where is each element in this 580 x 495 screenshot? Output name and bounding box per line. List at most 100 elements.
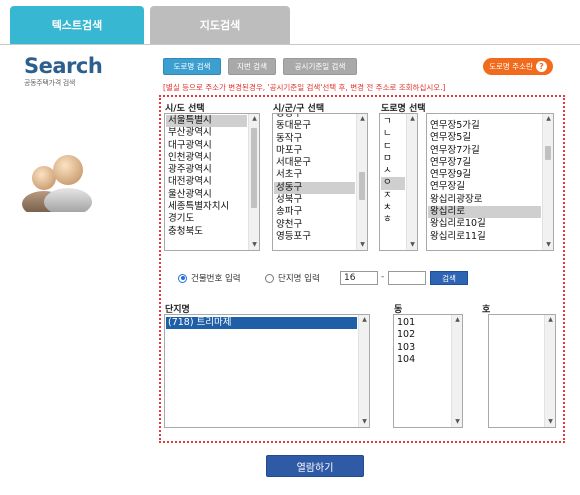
road-initial-option[interactable]: ㅇ: [381, 177, 405, 190]
scroll-up-icon[interactable]: ▲: [359, 315, 369, 325]
sido-scrollbar[interactable]: ▲ ▼: [248, 114, 259, 250]
dong-scrollbar[interactable]: ▲ ▼: [451, 315, 462, 427]
road-option[interactable]: 연무장길: [428, 181, 541, 193]
question-icon: ?: [535, 61, 547, 72]
road-option[interactable]: 연무장7길: [428, 157, 541, 169]
road-option[interactable]: 왕십리로10길: [428, 218, 541, 230]
road-initial-option[interactable]: ㅊ: [381, 202, 405, 214]
scroll-down-icon[interactable]: ▼: [359, 417, 369, 427]
scroll-up-icon[interactable]: ▲: [452, 315, 462, 325]
dong-list[interactable]: 101 102 103 104 ▲ ▼: [393, 314, 463, 428]
scroll-down-icon[interactable]: ▼: [545, 417, 555, 427]
sido-option[interactable]: 경기도: [166, 213, 247, 225]
road-scrollbar[interactable]: ▲ ▼: [542, 114, 553, 250]
sigungu-list[interactable]: 중랑구 동대문구 동작구 마포구 서대문구 서초구 성동구 성북구 송파구 양천구 영등포구 ▲ ▼: [272, 113, 368, 251]
road-option[interactable]: 연무장5길: [428, 132, 541, 144]
sido-option[interactable]: 충청북도: [166, 226, 247, 238]
road-option[interactable]: 연무장7가길: [428, 145, 541, 157]
radio-dot[interactable]: [178, 273, 187, 283]
dong-option[interactable]: 103: [395, 342, 450, 354]
road-initial-option[interactable]: ㄴ: [381, 128, 405, 140]
dong-option[interactable]: 102: [395, 329, 450, 341]
scroll-up-icon[interactable]: ▲: [357, 114, 367, 124]
building-number-radio[interactable]: 건물번호 입력: [178, 272, 241, 284]
road-initial-option[interactable]: ㄷ: [381, 141, 405, 153]
complex-name-radio[interactable]: 단지명 입력: [265, 272, 320, 284]
tab-text-search[interactable]: 텍스트검색: [10, 6, 144, 44]
scroll-thumb[interactable]: [359, 172, 365, 200]
sigungu-option[interactable]: 양천구: [274, 219, 355, 231]
road-option[interactable]: 왕십리로: [428, 206, 541, 219]
road-initial-option[interactable]: ㅁ: [381, 153, 405, 165]
scroll-up-icon[interactable]: ▲: [407, 114, 417, 124]
road-option[interactable]: 연무장9길: [428, 169, 541, 181]
scroll-thumb[interactable]: [251, 128, 257, 208]
scroll-down-icon[interactable]: ▼: [543, 240, 553, 250]
notice-text: [별실 등으로 주소가 변경된경우, '공시기준일 검색'선택 후, 변경 전 …: [163, 83, 446, 92]
sido-option[interactable]: 세종특별자치시: [166, 201, 247, 213]
sigungu-option[interactable]: 성북구: [274, 194, 355, 206]
sigungu-option[interactable]: 송파구: [274, 206, 355, 218]
road-search-button[interactable]: 도로명 검색: [163, 58, 221, 75]
sido-option[interactable]: 광주광역시: [166, 164, 247, 176]
scroll-up-icon[interactable]: ▲: [249, 114, 259, 124]
scroll-down-icon[interactable]: ▼: [407, 240, 417, 250]
complex-list[interactable]: (718) 트리마제 ▲ ▼: [164, 314, 370, 428]
building-main-number-input[interactable]: 16: [340, 271, 378, 285]
road-option[interactable]: 왕십리광장로: [428, 194, 541, 206]
sido-option[interactable]: 대전광역시: [166, 176, 247, 188]
complex-scrollbar[interactable]: ▲ ▼: [358, 315, 369, 427]
building-sub-number-input[interactable]: [388, 271, 426, 285]
sigungu-option[interactable]: 동작구: [274, 133, 355, 145]
road-option[interactable]: 연무장5가길: [428, 120, 541, 132]
search-logo: Search: [24, 54, 103, 78]
scroll-thumb[interactable]: [545, 146, 551, 160]
road-initial-option[interactable]: ㅎ: [381, 214, 405, 226]
ho-scrollbar[interactable]: ▲ ▼: [544, 315, 555, 427]
sigungu-option[interactable]: 서초구: [274, 169, 355, 181]
sido-option[interactable]: 인천광역시: [166, 152, 247, 164]
sigungu-option[interactable]: 동대문구: [274, 120, 355, 132]
number-dash: -: [381, 272, 385, 282]
scroll-up-icon[interactable]: ▲: [543, 114, 553, 124]
road-address-help-button[interactable]: 도로명 주소란 ?: [483, 58, 553, 75]
road-initial-list[interactable]: ㄱㄴㄷㅁㅅㅇㅈㅊㅎ ▲ ▼: [379, 113, 418, 251]
public-date-search-button[interactable]: 공시기준일 검색: [283, 58, 357, 75]
scroll-down-icon[interactable]: ▼: [357, 240, 367, 250]
dong-option[interactable]: 104: [395, 354, 450, 366]
view-button[interactable]: 열람하기: [266, 455, 364, 477]
complex-name-radio-label: 단지명 입력: [278, 274, 320, 284]
sido-list[interactable]: 서울특별시 부산광역시 대구광역시 인천광역시 광주광역시 대전광역시 울산광역시 세종특별자…: [164, 113, 260, 251]
ho-list[interactable]: ▲ ▼: [488, 314, 556, 428]
building-number-radio-label: 건물번호 입력: [191, 274, 241, 284]
sigungu-scrollbar[interactable]: ▲ ▼: [356, 114, 367, 250]
radio-dot[interactable]: [265, 273, 274, 283]
complex-option[interactable]: (718) 트리마제: [166, 317, 357, 330]
number-search-button[interactable]: 검색: [430, 271, 468, 285]
users-icon: [22, 155, 92, 212]
jibun-search-button[interactable]: 지번 검색: [228, 58, 276, 75]
road-list[interactable]: 연무장5가길 연무장5길 연무장7가길 연무장7길 연무장9길 연무장길 왕십리광장로 왕십리…: [426, 113, 554, 251]
road-option[interactable]: 왕십리로11길: [428, 231, 541, 243]
road-initial-option[interactable]: ㅈ: [381, 190, 405, 202]
initial-scrollbar[interactable]: ▲ ▼: [406, 114, 417, 250]
scroll-down-icon[interactable]: ▼: [249, 240, 259, 250]
sido-option[interactable]: 대구광역시: [166, 140, 247, 152]
scroll-up-icon[interactable]: ▲: [545, 315, 555, 325]
search-logo-subtitle: 공동주택가격 검색: [24, 79, 76, 87]
sigungu-option[interactable]: 마포구: [274, 145, 355, 157]
road-initial-option[interactable]: ㅅ: [381, 165, 405, 177]
tab-divider: [0, 44, 580, 45]
dong-option[interactable]: 101: [395, 317, 450, 329]
tab-map-search[interactable]: 지도검색: [150, 6, 290, 44]
sido-option[interactable]: 서울특별시: [166, 115, 247, 128]
road-initial-option[interactable]: ㄱ: [381, 116, 405, 128]
sigungu-option[interactable]: 성동구: [274, 181, 355, 195]
sido-option[interactable]: 부산광역시: [166, 127, 247, 139]
scroll-down-icon[interactable]: ▼: [452, 417, 462, 427]
sigungu-option[interactable]: 중랑구: [274, 114, 355, 120]
sido-option[interactable]: 울산광역시: [166, 189, 247, 201]
sigungu-option[interactable]: 영등포구: [274, 231, 355, 243]
road-address-help-label: 도로명 주소란: [489, 62, 533, 71]
sigungu-option[interactable]: 서대문구: [274, 157, 355, 169]
